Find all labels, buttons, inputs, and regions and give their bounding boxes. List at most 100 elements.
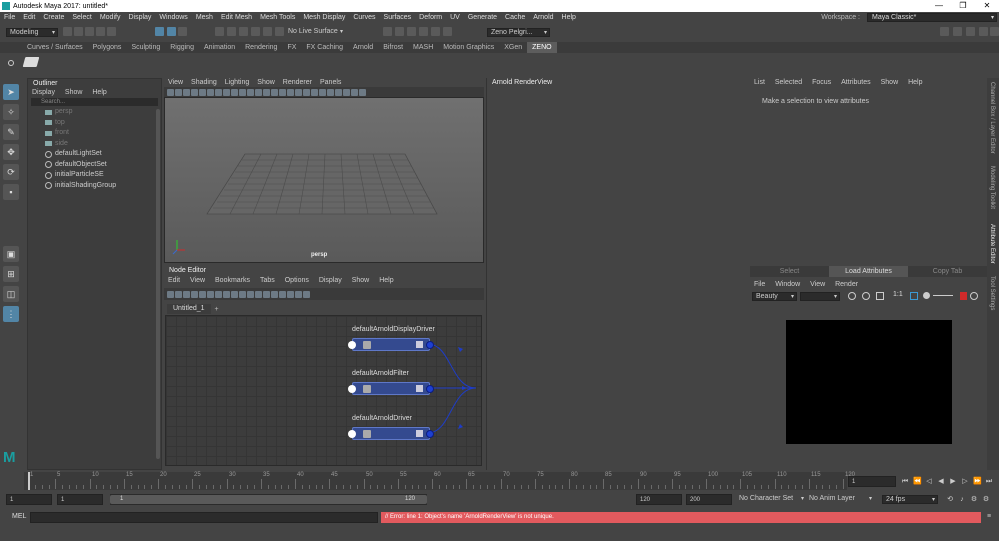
shelf-tab-animation[interactable]: Animation — [199, 42, 240, 53]
menu-surfaces[interactable]: Surfaces — [380, 14, 416, 21]
undo-icon[interactable] — [96, 27, 105, 36]
fit-icon[interactable] — [910, 292, 918, 300]
node-editor-menu-help[interactable]: Help — [375, 277, 397, 284]
go-to-start-icon[interactable]: ⏮ — [901, 478, 909, 486]
render-menu-file[interactable]: File — [750, 281, 769, 288]
outliner-item-initial-particle-se[interactable]: initialParticleSE — [28, 170, 161, 181]
snap-plane-icon[interactable] — [251, 27, 260, 36]
current-frame-field[interactable]: 1 — [848, 476, 896, 487]
attr-menu-help[interactable]: Help — [904, 79, 926, 86]
outliner-search-input[interactable]: Search... — [31, 98, 158, 106]
viewport-canvas[interactable]: persp — [164, 97, 484, 263]
wireframe-icon[interactable] — [199, 88, 206, 96]
animation-end-field[interactable]: 200 — [686, 494, 732, 505]
outliner-menu-show[interactable]: Show — [61, 89, 87, 96]
menu-help[interactable]: Help — [558, 14, 580, 21]
side-tab-channel-box[interactable]: Channel Box / Layer Editor — [989, 82, 995, 154]
outliner-item-initial-shading-group[interactable]: initialShadingGroup — [28, 181, 161, 192]
paint-select-tool-icon[interactable]: ✎ — [3, 124, 19, 140]
render-frame-icon[interactable] — [383, 27, 392, 36]
render-icon[interactable] — [848, 292, 856, 300]
menu-select[interactable]: Select — [68, 14, 95, 21]
minimize-button[interactable]: — — [927, 0, 951, 12]
playback-start-field[interactable]: 1 — [57, 494, 103, 505]
side-tab-attribute-editor[interactable]: Attribute Editor — [989, 224, 995, 264]
menu-modify[interactable]: Modify — [96, 14, 125, 21]
film-gate-icon[interactable] — [295, 88, 302, 96]
scale-tool-icon[interactable]: ▪ — [3, 184, 19, 200]
step-back-key-icon[interactable]: ⏪ — [913, 478, 922, 486]
gamma-icon[interactable] — [359, 88, 366, 96]
render-tab-load-attributes[interactable]: Load Attributes — [829, 266, 908, 277]
viewport-menu-show[interactable]: Show — [253, 79, 279, 86]
audio-icon[interactable]: ♪ — [958, 496, 966, 504]
camera-dropdown[interactable] — [800, 292, 840, 301]
node-menu-icon[interactable] — [416, 341, 423, 348]
shelf-tab-fx[interactable]: FX — [282, 42, 301, 53]
open-scene-icon[interactable] — [74, 27, 83, 36]
node-editor-menu-bookmarks[interactable]: Bookmarks — [211, 277, 254, 284]
motion-blur-icon[interactable] — [247, 88, 254, 96]
viewport-menu-view[interactable]: View — [164, 79, 187, 86]
zeno-tool-icon[interactable] — [22, 57, 40, 67]
output-port[interactable] — [426, 430, 434, 438]
node-menu-icon[interactable] — [416, 430, 423, 437]
anim-layer-dropdown[interactable]: No Anim Layer — [806, 495, 874, 504]
snap-grid-icon[interactable] — [215, 27, 224, 36]
lights-icon[interactable] — [223, 88, 230, 96]
render-menu-window[interactable]: Window — [771, 281, 804, 288]
side-tab-tool-settings[interactable]: Tool Settings — [989, 276, 995, 310]
safe-action-icon[interactable] — [319, 88, 326, 96]
node-default-arnold-display-driver[interactable] — [348, 338, 434, 351]
node-editor-menu-view[interactable]: View — [186, 277, 209, 284]
menu-edit-mesh[interactable]: Edit Mesh — [217, 14, 256, 21]
attribute-view-custom-icon[interactable] — [247, 290, 254, 298]
shelf-tab-rendering[interactable]: Rendering — [240, 42, 282, 53]
outliner-item-default-light-set[interactable]: defaultLightSet — [28, 149, 161, 160]
select-component-icon[interactable] — [178, 27, 187, 36]
range-slider[interactable]: 1 120 — [110, 494, 427, 505]
anti-alias-icon[interactable] — [255, 88, 262, 96]
user-account-dropdown[interactable]: Zeno Pelgri... — [487, 28, 550, 37]
attribute-editor-toggle-icon[interactable] — [979, 27, 988, 36]
hud-icon[interactable] — [335, 88, 342, 96]
menu-mesh[interactable]: Mesh — [192, 14, 217, 21]
shelf-tab-xgen[interactable]: XGen — [499, 42, 527, 53]
output-port[interactable] — [426, 341, 434, 349]
viewport-menu-panels[interactable]: Panels — [316, 79, 345, 86]
render-settings-icon[interactable] — [407, 27, 416, 36]
select-object-icon[interactable] — [167, 27, 176, 36]
step-forward-key-icon[interactable]: ⏩ — [973, 478, 982, 486]
step-forward-frame-icon[interactable]: ▷ — [961, 478, 969, 486]
new-scene-icon[interactable] — [63, 27, 72, 36]
playback-end-field[interactable]: 120 — [636, 494, 682, 505]
node-editor-menu-options[interactable]: Options — [281, 277, 313, 284]
render-image[interactable] — [786, 320, 952, 444]
select-hierarchy-icon[interactable] — [155, 27, 164, 36]
image-plane-icon[interactable] — [183, 88, 190, 96]
hypershade-icon[interactable] — [419, 27, 428, 36]
xray-icon[interactable] — [271, 88, 278, 96]
snap-curve-icon[interactable] — [227, 27, 236, 36]
graph-output-icon[interactable] — [183, 290, 190, 298]
snap-point-icon[interactable] — [239, 27, 248, 36]
save-scene-icon[interactable] — [85, 27, 94, 36]
ipr-icon[interactable] — [862, 292, 870, 300]
shelf-tab-arnold[interactable]: Arnold — [348, 42, 378, 53]
swatch-icon[interactable] — [263, 290, 270, 298]
attribute-view-all-icon[interactable] — [239, 290, 246, 298]
outliner-item-top[interactable]: top — [28, 118, 161, 129]
modeling-toolkit-toggle-icon[interactable] — [966, 27, 975, 36]
select-tool-icon[interactable]: ➤ — [3, 84, 19, 100]
shelf-tab-zeno[interactable]: ZENO — [527, 42, 557, 53]
script-language-toggle[interactable]: MEL — [12, 513, 26, 520]
output-port[interactable] — [426, 385, 434, 393]
grid-show-icon[interactable] — [287, 290, 294, 298]
node-default-arnold-filter[interactable] — [348, 382, 434, 395]
outliner-item-front[interactable]: front — [28, 128, 161, 139]
viewport-menu-lighting[interactable]: Lighting — [221, 79, 254, 86]
xray-joints-icon[interactable] — [279, 88, 286, 96]
channel-box-toggle-icon[interactable] — [953, 27, 962, 36]
zoom-ratio-label[interactable]: 1:1 — [893, 291, 903, 298]
hud-toggle-icon[interactable] — [295, 290, 302, 298]
